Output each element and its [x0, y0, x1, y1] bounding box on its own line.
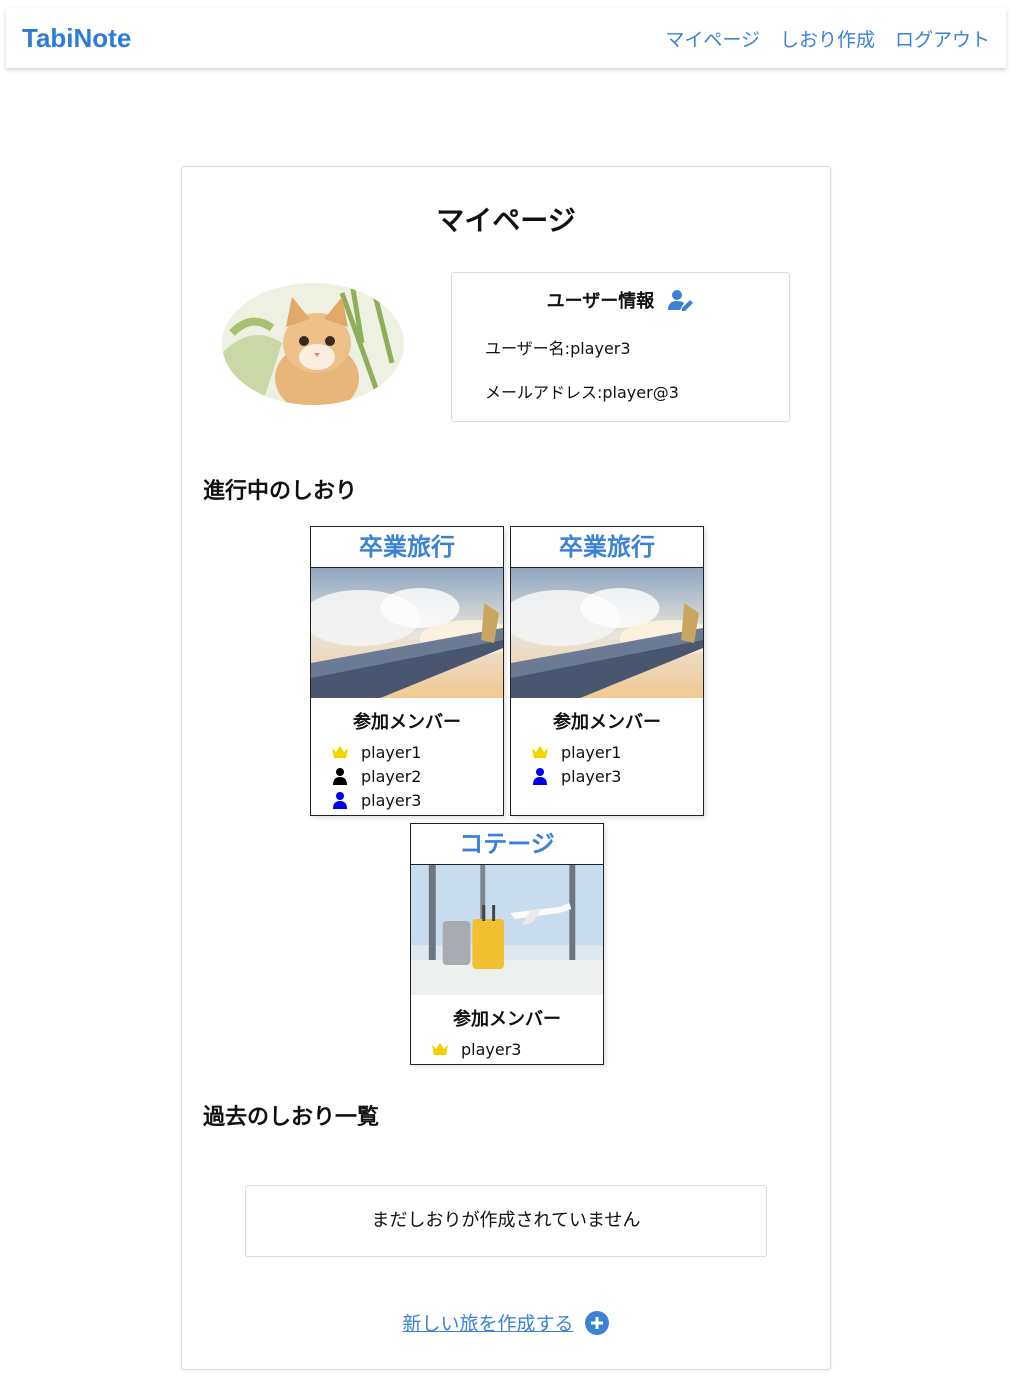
airplane-wing-image — [311, 568, 503, 698]
member-name: player3 — [461, 1039, 522, 1059]
trip-card[interactable]: 卒業旅行 参加メンバー player1 player3 — [510, 526, 704, 816]
crown-icon — [332, 746, 348, 758]
crown-icon — [532, 746, 548, 758]
user-name-text: ユーザー名:player3 — [485, 339, 631, 358]
avatar — [222, 283, 404, 405]
member-name: player2 — [361, 766, 422, 786]
member-item: player3 — [431, 1037, 603, 1061]
members-title: 参加メンバー — [353, 712, 461, 733]
trip-image — [511, 568, 703, 698]
member-item: player1 — [531, 740, 703, 764]
member-list: player1 player2 player3 — [311, 734, 503, 822]
create-trip-link[interactable]: 新しい旅を作成する — [402, 1309, 573, 1336]
member-name: player3 — [561, 766, 622, 786]
member-item: player3 — [531, 764, 703, 788]
airport-luggage-image — [411, 865, 603, 995]
member-item: player3 — [331, 788, 503, 812]
empty-state-message: まだしおりが作成されていません — [245, 1185, 767, 1257]
brand-logo[interactable]: TabiNote — [22, 23, 131, 54]
member-item: player1 — [331, 740, 503, 764]
member-list: player1 player3 — [511, 734, 703, 798]
trip-title[interactable]: 卒業旅行 — [311, 527, 503, 568]
ongoing-section-title: 進行中のしおり — [203, 479, 358, 504]
member-name: player1 — [361, 742, 422, 762]
create-trip-link-container: 新しい旅を作成する — [182, 1309, 830, 1336]
member-name: player1 — [561, 742, 622, 762]
members-title: 参加メンバー — [553, 712, 661, 733]
trip-title[interactable]: 卒業旅行 — [511, 527, 703, 568]
trip-card[interactable]: 卒業旅行 参加メンバー player1 player2 player3 — [310, 526, 504, 816]
cat-avatar-image — [222, 283, 404, 405]
user-edit-icon[interactable] — [668, 289, 694, 311]
user-info-title: ユーザー情報 — [546, 291, 655, 312]
user-email-text: メールアドレス:player@3 — [485, 383, 679, 402]
user-info-box: ユーザー情報 ユーザー名:player3 メールアドレス:player@3 — [451, 272, 790, 422]
user-icon — [533, 768, 547, 785]
member-name: player3 — [361, 790, 422, 810]
member-list: player3 — [411, 1031, 603, 1071]
trip-image — [311, 568, 503, 698]
past-section-title: 過去のしおり一覧 — [203, 1105, 380, 1130]
nav-mypage-link[interactable]: マイページ — [665, 25, 760, 52]
crown-icon — [432, 1043, 448, 1055]
nav-links: マイページ しおり作成 ログアウト — [665, 25, 990, 52]
trip-image — [411, 865, 603, 995]
user-info-header: ユーザー情報 — [452, 287, 789, 313]
user-icon — [333, 792, 347, 809]
airplane-wing-image — [511, 568, 703, 698]
user-icon — [333, 768, 347, 785]
navbar: TabiNote マイページ しおり作成 ログアウト — [6, 8, 1006, 68]
plus-circle-icon[interactable] — [584, 1310, 610, 1336]
page-title: マイページ — [436, 204, 576, 237]
trip-title[interactable]: コテージ — [411, 824, 603, 865]
nav-logout-link[interactable]: ログアウト — [895, 25, 990, 52]
members-title: 参加メンバー — [453, 1009, 561, 1030]
trip-card[interactable]: コテージ 参加メンバー player3 — [410, 823, 604, 1065]
mypage-card: マイページ ユーザー情報 ユーザー名:player3 メールアドレス:playe… — [181, 166, 831, 1370]
member-item: player2 — [331, 764, 503, 788]
nav-create-link[interactable]: しおり作成 — [780, 25, 875, 52]
